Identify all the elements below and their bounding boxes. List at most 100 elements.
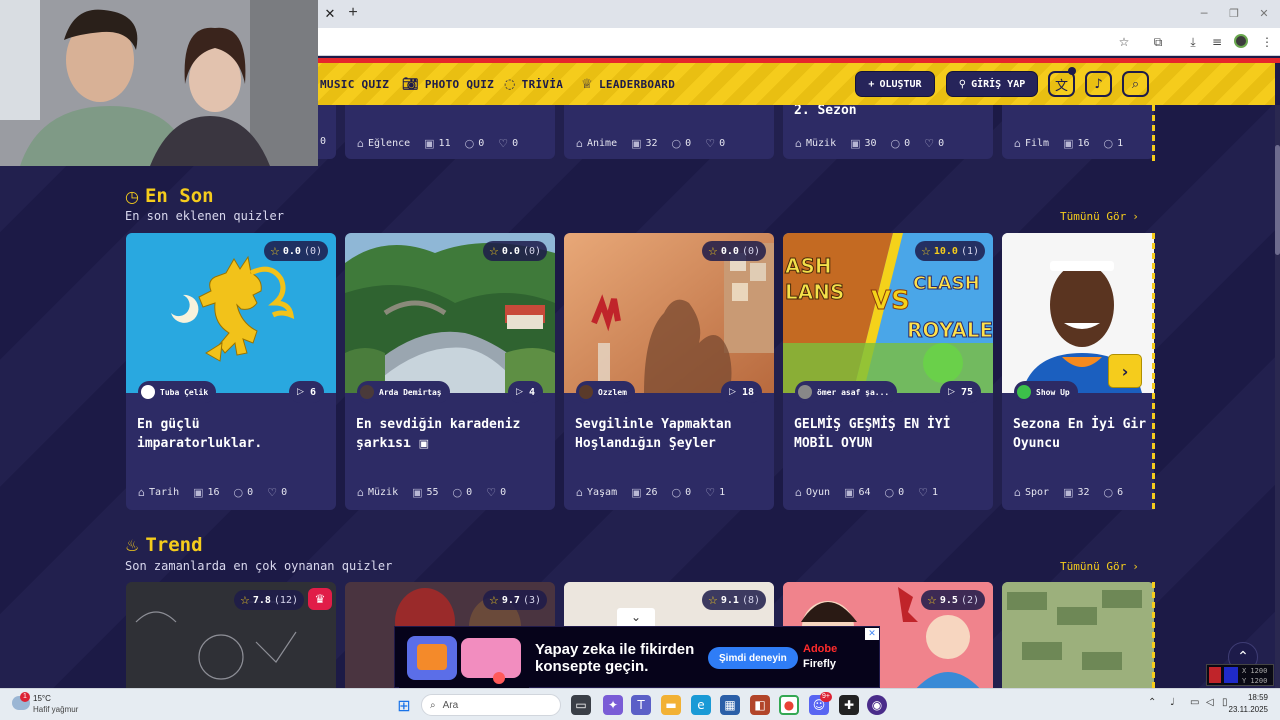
quiz-card[interactable]: ☆ 0.0 (0) Ozzlem ▷ 18 Sevgilinle Yapmakt… bbox=[564, 233, 774, 510]
main-content[interactable]: 0 ⌂ Eğlence ▣ 11 ○ 0 ♡ 0 ⌂ Anime ▣ 32 ○ 0 ♡ 0 2.… bbox=[0, 105, 1275, 688]
rating-badge: ☆ 9.5 (2) bbox=[921, 590, 985, 610]
obs-icon[interactable]: ◉ bbox=[867, 695, 887, 715]
quiz-card[interactable]: ☆ 7.8 (12) ♛ bbox=[126, 582, 336, 688]
quiz-card[interactable]: ⌂ Eğlence ▣ 11 ○ 0 ♡ 0 bbox=[345, 105, 555, 159]
create-button[interactable]: + OLUŞTUR bbox=[855, 71, 935, 97]
ad-cta-button[interactable]: Şimdi deneyin bbox=[708, 647, 798, 669]
section-subtitle-latest: En son eklenen quizler bbox=[125, 209, 284, 223]
tag-icon: ⌂ bbox=[1014, 137, 1021, 150]
images-icon: ▣ bbox=[424, 137, 435, 150]
tag-icon: ⌂ bbox=[357, 486, 364, 499]
game-app-icon[interactable]: ✚ bbox=[839, 695, 859, 715]
card-stats: ⌂ Anime ▣ 32 ○ 0 ♡ 0 bbox=[576, 137, 726, 150]
rating-badge: ☆ 9.7 (3) bbox=[483, 590, 547, 610]
quiz-card[interactable]: ASH LANS VS CLASH ROYALE ☆ 10.0 (1) ömer… bbox=[783, 233, 993, 510]
carousel-next-button[interactable]: › bbox=[1108, 354, 1142, 388]
quiz-card[interactable]: ⌂ Anime ▣ 32 ○ 0 ♡ 0 bbox=[564, 105, 774, 159]
download-icon[interactable]: ⤓ bbox=[1185, 34, 1201, 50]
card-stats: ⌂ Film ▣ 16 ○ 1 bbox=[1014, 137, 1124, 150]
quiz-card[interactable]: ☆ 0.0 (0) Tuba Çelik ▷ 6 En güçlü impara… bbox=[126, 233, 336, 510]
thumb-text: ROYALE bbox=[907, 318, 993, 342]
browser-menu-icon[interactable]: ⋮ bbox=[1259, 34, 1275, 50]
images-icon: ▣ bbox=[1063, 137, 1074, 150]
bookmark-star-icon[interactable]: ☆ bbox=[1116, 34, 1132, 50]
thumb-text: CLASH bbox=[913, 273, 980, 294]
weather-desc: Hafif yağmur bbox=[33, 705, 79, 714]
nav-photo-quiz[interactable]: 📷︎ PHOTO QUIZ bbox=[402, 76, 494, 92]
chat-question-icon: ◌ bbox=[504, 76, 516, 92]
teams-icon[interactable]: T bbox=[631, 695, 651, 715]
quiz-card[interactable]: 2. Sezon ⌂ Müzik ▣ 30 ○ 0 ♡ 0 bbox=[783, 105, 993, 159]
images-icon: ▣ bbox=[1063, 486, 1074, 499]
quiz-card[interactable]: ⌂ Film ▣ 16 ○ 1 bbox=[1002, 105, 1154, 159]
store-icon[interactable]: ▦ bbox=[720, 695, 740, 715]
search-icon[interactable]: ⌕ bbox=[1122, 71, 1149, 97]
see-all-trend-link[interactable]: Tümünü Gör › bbox=[1060, 560, 1139, 573]
author-chip[interactable]: Tuba Çelik bbox=[138, 381, 217, 403]
overlay-text: X 1200 Y 1200 bbox=[1242, 667, 1268, 685]
see-all-latest-link[interactable]: Tümünü Gör › bbox=[1060, 210, 1139, 223]
play-icon: ▷ bbox=[729, 387, 736, 397]
row-edge-marker bbox=[1152, 105, 1155, 161]
chevron-right-icon: › bbox=[1132, 210, 1139, 223]
restore-icon[interactable]: ❐ bbox=[1226, 6, 1242, 22]
card-title: GELMİŞ GEŞMİŞ EN İYİ MOBİL OYUN bbox=[794, 417, 951, 451]
author-chip[interactable]: Show Up bbox=[1014, 381, 1078, 403]
comment-icon: ○ bbox=[890, 137, 901, 150]
file-explorer-icon[interactable]: ▬ bbox=[661, 695, 681, 715]
microphone-icon[interactable]: ♩ bbox=[1170, 697, 1175, 708]
page-scroll-thumb[interactable] bbox=[1275, 145, 1280, 255]
author-chip[interactable]: Arda Demirtaş bbox=[357, 381, 450, 403]
windows-taskbar: 1 15°C Hafif yağmur ⊞ ⌕ Ara ▭ ✦ T ▬ e ▦ … bbox=[0, 688, 1280, 720]
ad-close-icon[interactable]: ✕ bbox=[865, 628, 879, 640]
minimize-icon[interactable]: ─ bbox=[1196, 6, 1212, 22]
tag-icon: ⌂ bbox=[795, 137, 802, 150]
extensions-icon[interactable]: ⧉ bbox=[1150, 34, 1166, 50]
comment-icon: ○ bbox=[452, 486, 463, 499]
app-icon[interactable]: ◧ bbox=[750, 695, 770, 715]
avatar bbox=[141, 385, 155, 399]
volume-icon[interactable]: ◁ bbox=[1206, 697, 1214, 708]
ad-collapse-button[interactable]: ⌄ bbox=[617, 608, 655, 626]
taskbar-search[interactable]: ⌕ Ara bbox=[421, 694, 561, 716]
windows-start-icon[interactable]: ⊞ bbox=[394, 695, 414, 715]
nav-leaderboard[interactable]: ♕ LEADERBOARD bbox=[581, 76, 675, 92]
bell-icon[interactable]: ♪ bbox=[1085, 71, 1112, 97]
clock-date[interactable]: 23.11.2025 bbox=[1222, 705, 1268, 714]
heart-icon: ♡ bbox=[924, 137, 935, 150]
comment-icon: ○ bbox=[1103, 486, 1114, 499]
weather-temp: 15°C bbox=[33, 694, 51, 703]
heart-icon: ♡ bbox=[498, 137, 509, 150]
edge-icon[interactable]: e bbox=[691, 695, 711, 715]
display-icon[interactable]: ▭ bbox=[1190, 697, 1199, 708]
author-chip[interactable]: Ozzlem bbox=[576, 381, 635, 403]
login-button[interactable]: ⚲ GİRİŞ YAP bbox=[946, 71, 1038, 97]
profile-avatar[interactable] bbox=[1234, 34, 1248, 48]
nav-music-quiz[interactable]: MUSIC QUIZ bbox=[320, 76, 389, 92]
weather-badge: 1 bbox=[20, 692, 30, 702]
clock-time[interactable]: 18:59 bbox=[1240, 693, 1268, 702]
reading-list-icon[interactable]: ≡ bbox=[1209, 34, 1225, 50]
nav-trivia[interactable]: ◌ TRİVİA bbox=[504, 76, 563, 92]
quiz-card[interactable]: ☆ 0.0 (0) Arda Demirtaş ▷ 4 En sevdiğin … bbox=[345, 233, 555, 510]
quiz-thumbnail bbox=[1002, 582, 1154, 688]
play-icon: ▷ bbox=[948, 387, 955, 397]
copilot-icon[interactable]: ✦ bbox=[603, 695, 623, 715]
tray-chevron-icon[interactable]: ⌃ bbox=[1148, 697, 1156, 708]
quiz-card[interactable] bbox=[1002, 582, 1154, 688]
card-title: Sevgilinle Yapmaktan Hoşlandığın Şeyler bbox=[575, 417, 732, 451]
ad-banner[interactable]: Yapay zeka ile fikirden konsepte geçin. … bbox=[394, 626, 880, 688]
chrome-icon[interactable]: ● bbox=[779, 695, 799, 715]
section-subtitle-trend: Son zamanlarda en çok oynanan quizler bbox=[125, 559, 393, 573]
card-stats: ⌂ Müzik ▣ 55 ○ 0 ♡ 0 bbox=[357, 486, 507, 499]
task-view-icon[interactable]: ▭ bbox=[571, 695, 591, 715]
new-tab-button[interactable]: + bbox=[344, 4, 362, 22]
tab-close-icon[interactable]: ✕ bbox=[322, 6, 338, 22]
images-icon: ▣ bbox=[844, 486, 855, 499]
video-icon: ▣ bbox=[418, 437, 430, 450]
window-close-icon[interactable]: ✕ bbox=[1256, 6, 1272, 22]
rating-badge: ☆ 10.0 (1) bbox=[914, 241, 985, 261]
rating-badge: ☆ 0.0 (0) bbox=[264, 241, 328, 261]
ad-headline: Yapay zeka ile fikirden konsepte geçin. bbox=[535, 641, 695, 675]
author-chip[interactable]: ömer asaf şa... bbox=[795, 381, 898, 403]
